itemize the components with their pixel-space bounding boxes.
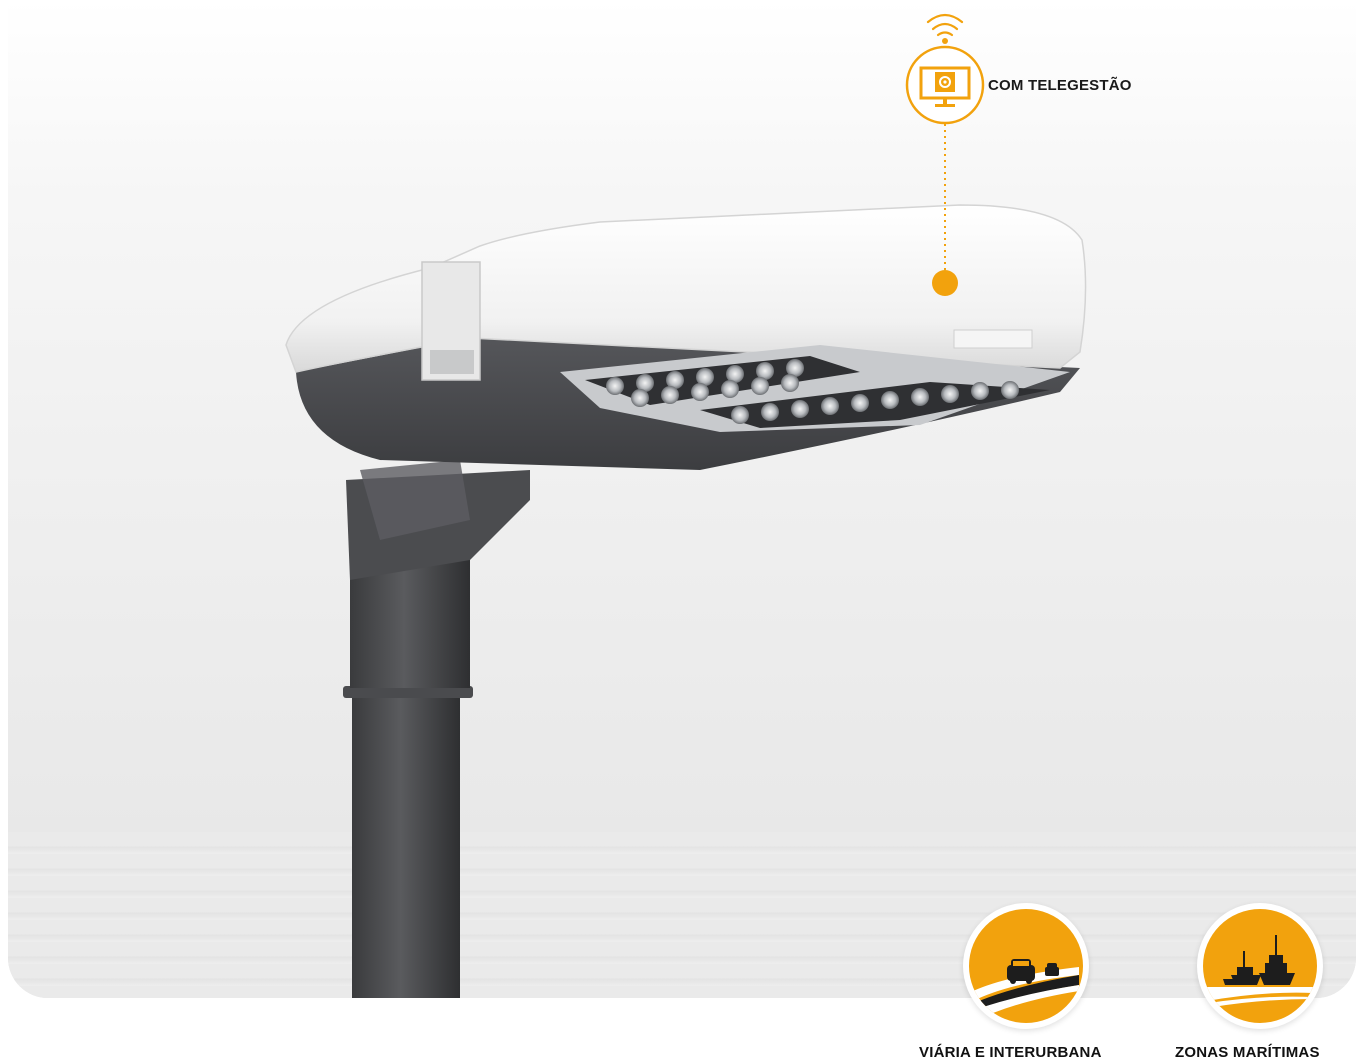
application-badge-maritime (1197, 903, 1323, 1029)
road-cars-icon (973, 959, 1079, 1013)
application-badge-road (963, 903, 1089, 1029)
ships-harbor-icon (1207, 935, 1313, 1007)
callout-dot (932, 270, 958, 296)
feature-callout (905, 13, 985, 296)
application-label-maritime: ZONAS MARÍTIMAS (1175, 1044, 1320, 1061)
street-luminaire-image (285, 204, 1087, 998)
application-label-road: VIÁRIA E INTERURBANA (919, 1044, 1102, 1061)
label-plate (953, 329, 1033, 349)
feature-label: COM TELEGESTÃO (988, 77, 1132, 94)
wifi-icon (926, 13, 964, 37)
pole (352, 690, 460, 998)
